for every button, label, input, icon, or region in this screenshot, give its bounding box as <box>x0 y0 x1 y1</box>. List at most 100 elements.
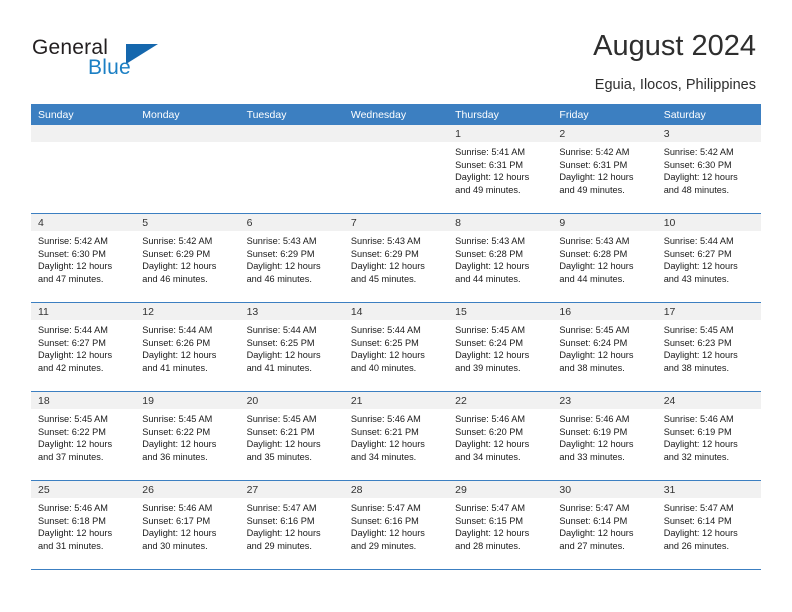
sunset-text: Sunset: 6:16 PM <box>350 515 419 526</box>
general-blue-logo[interactable]: General Blue <box>32 36 192 86</box>
weekday-header-thursday: Thursday <box>455 109 499 121</box>
sunset-text: Sunset: 6:30 PM <box>663 159 732 170</box>
weekday-header-saturday: Saturday <box>663 109 706 121</box>
day-number: 16 <box>552 303 657 320</box>
daylight-text-line2: and 29 minutes. <box>350 540 417 551</box>
sunrise-text: Sunrise: 5:46 AM <box>559 414 630 424</box>
sunset-text: Sunset: 6:28 PM <box>455 248 524 259</box>
day-cell[interactable]: 31 Sunrise: 5:47 AM Sunset: 6:14 PM Dayl… <box>656 481 761 569</box>
day-info: Sunrise: 5:44 AM Sunset: 6:25 PM Dayligh… <box>344 320 448 374</box>
day-cell[interactable]: 15 Sunrise: 5:45 AM Sunset: 6:24 PM Dayl… <box>448 303 553 391</box>
day-number: 9 <box>552 214 657 231</box>
sunrise-text: Sunrise: 5:46 AM <box>663 414 734 424</box>
day-cell[interactable]: 22 Sunrise: 5:46 AM Sunset: 6:20 PM Dayl… <box>448 392 553 480</box>
day-cell[interactable]: 11 Sunrise: 5:44 AM Sunset: 6:27 PM Dayl… <box>31 303 136 391</box>
weekday-header-monday: Monday <box>142 109 180 121</box>
day-info: Sunrise: 5:44 AM Sunset: 6:27 PM Dayligh… <box>31 320 135 374</box>
day-info: Sunrise: 5:44 AM Sunset: 6:25 PM Dayligh… <box>240 320 344 374</box>
daylight-text-line2: and 38 minutes. <box>559 362 625 373</box>
day-number: 25 <box>31 481 136 498</box>
day-cell[interactable]: 13 Sunrise: 5:44 AM Sunset: 6:25 PM Dayl… <box>239 303 344 391</box>
sunrise-text: Sunrise: 5:42 AM <box>142 236 213 246</box>
day-cell[interactable] <box>135 125 240 213</box>
day-cell[interactable]: 29 Sunrise: 5:47 AM Sunset: 6:15 PM Dayl… <box>448 481 553 569</box>
weekday-header-wednesday: Wednesday <box>350 109 407 121</box>
day-info: Sunrise: 5:41 AM Sunset: 6:31 PM Dayligh… <box>448 142 552 196</box>
sunrise-text: Sunrise: 5:46 AM <box>142 503 213 513</box>
day-cell[interactable]: 20 Sunrise: 5:45 AM Sunset: 6:21 PM Dayl… <box>239 392 344 480</box>
sunset-text: Sunset: 6:25 PM <box>246 337 315 348</box>
day-cell[interactable] <box>31 125 136 213</box>
daylight-text-line1: Daylight: 12 hours <box>142 350 217 361</box>
day-number: 18 <box>31 392 136 409</box>
day-cell[interactable]: 7 Sunrise: 5:43 AM Sunset: 6:29 PM Dayli… <box>343 214 449 302</box>
day-cell[interactable]: 26 Sunrise: 5:46 AM Sunset: 6:17 PM Dayl… <box>135 481 240 569</box>
day-info: Sunrise: 5:45 AM Sunset: 6:24 PM Dayligh… <box>552 320 656 374</box>
day-cell[interactable]: 21 Sunrise: 5:46 AM Sunset: 6:21 PM Dayl… <box>343 392 449 480</box>
daylight-text-line2: and 28 minutes. <box>455 540 521 551</box>
day-cell[interactable]: 9 Sunrise: 5:43 AM Sunset: 6:28 PM Dayli… <box>552 214 657 302</box>
day-cell[interactable]: 24 Sunrise: 5:46 AM Sunset: 6:19 PM Dayl… <box>656 392 761 480</box>
day-info: Sunrise: 5:42 AM Sunset: 6:30 PM Dayligh… <box>31 231 135 285</box>
daylight-text-line1: Daylight: 12 hours <box>38 528 113 539</box>
daylight-text-line2: and 47 minutes. <box>38 273 104 284</box>
day-info: Sunrise: 5:44 AM Sunset: 6:26 PM Dayligh… <box>135 320 239 374</box>
sunrise-text: Sunrise: 5:43 AM <box>350 236 421 246</box>
sunset-text: Sunset: 6:29 PM <box>246 248 315 259</box>
daylight-text-line1: Daylight: 12 hours <box>455 350 530 361</box>
weekday-header-tuesday: Tuesday <box>246 109 287 121</box>
sunset-text: Sunset: 6:18 PM <box>38 515 106 526</box>
sunrise-text: Sunrise: 5:45 AM <box>559 325 630 335</box>
sunset-text: Sunset: 6:25 PM <box>350 337 419 348</box>
sunrise-text: Sunrise: 5:42 AM <box>663 147 734 157</box>
logo-text-blue: Blue <box>88 56 131 79</box>
day-info: Sunrise: 5:43 AM Sunset: 6:28 PM Dayligh… <box>552 231 656 285</box>
day-cell[interactable]: 25 Sunrise: 5:46 AM Sunset: 6:18 PM Dayl… <box>31 481 136 569</box>
day-cell[interactable]: 18 Sunrise: 5:45 AM Sunset: 6:22 PM Dayl… <box>31 392 136 480</box>
day-cell[interactable]: 17 Sunrise: 5:45 AM Sunset: 6:23 PM Dayl… <box>656 303 761 391</box>
sunset-text: Sunset: 6:22 PM <box>142 426 211 437</box>
day-cell[interactable]: 10 Sunrise: 5:44 AM Sunset: 6:27 PM Dayl… <box>656 214 761 302</box>
daylight-text-line2: and 40 minutes. <box>350 362 417 373</box>
day-cell[interactable]: 8 Sunrise: 5:43 AM Sunset: 6:28 PM Dayli… <box>448 214 553 302</box>
day-cell[interactable]: 1 Sunrise: 5:41 AM Sunset: 6:31 PM Dayli… <box>448 125 553 213</box>
day-cell[interactable]: 2 Sunrise: 5:42 AM Sunset: 6:31 PM Dayli… <box>552 125 657 213</box>
day-cell[interactable]: 16 Sunrise: 5:45 AM Sunset: 6:24 PM Dayl… <box>552 303 657 391</box>
sunrise-text: Sunrise: 5:46 AM <box>38 503 108 513</box>
sunrise-text: Sunrise: 5:44 AM <box>663 236 734 246</box>
day-cell[interactable]: 23 Sunrise: 5:46 AM Sunset: 6:19 PM Dayl… <box>552 392 657 480</box>
calendar-week-row: 25 Sunrise: 5:46 AM Sunset: 6:18 PM Dayl… <box>31 481 761 570</box>
day-cell[interactable] <box>343 125 449 213</box>
day-cell[interactable]: 14 Sunrise: 5:44 AM Sunset: 6:25 PM Dayl… <box>343 303 449 391</box>
day-number: 1 <box>448 125 553 142</box>
daylight-text-line2: and 45 minutes. <box>350 273 417 284</box>
day-info: Sunrise: 5:43 AM Sunset: 6:28 PM Dayligh… <box>448 231 552 285</box>
day-number: 8 <box>448 214 553 231</box>
day-info: Sunrise: 5:45 AM Sunset: 6:24 PM Dayligh… <box>448 320 552 374</box>
day-info: Sunrise: 5:43 AM Sunset: 6:29 PM Dayligh… <box>344 231 448 285</box>
day-number: 24 <box>656 392 761 409</box>
day-cell[interactable]: 27 Sunrise: 5:47 AM Sunset: 6:16 PM Dayl… <box>239 481 344 569</box>
sunset-text: Sunset: 6:30 PM <box>38 248 106 259</box>
day-number: 22 <box>448 392 553 409</box>
day-number: 19 <box>135 392 240 409</box>
day-info: Sunrise: 5:46 AM Sunset: 6:19 PM Dayligh… <box>552 409 656 463</box>
daylight-text-line2: and 49 minutes. <box>455 184 521 195</box>
day-number: 23 <box>552 392 657 409</box>
day-cell[interactable]: 19 Sunrise: 5:45 AM Sunset: 6:22 PM Dayl… <box>135 392 240 480</box>
day-cell[interactable]: 12 Sunrise: 5:44 AM Sunset: 6:26 PM Dayl… <box>135 303 240 391</box>
day-cell[interactable]: 3 Sunrise: 5:42 AM Sunset: 6:30 PM Dayli… <box>656 125 761 213</box>
daylight-text-line2: and 30 minutes. <box>142 540 208 551</box>
day-info: Sunrise: 5:43 AM Sunset: 6:29 PM Dayligh… <box>240 231 344 285</box>
day-cell[interactable]: 28 Sunrise: 5:47 AM Sunset: 6:16 PM Dayl… <box>343 481 449 569</box>
day-cell[interactable]: 6 Sunrise: 5:43 AM Sunset: 6:29 PM Dayli… <box>239 214 344 302</box>
day-info: Sunrise: 5:45 AM Sunset: 6:22 PM Dayligh… <box>135 409 239 463</box>
daylight-text-line2: and 32 minutes. <box>663 451 730 462</box>
day-cell[interactable] <box>239 125 344 213</box>
day-cell[interactable]: 5 Sunrise: 5:42 AM Sunset: 6:29 PM Dayli… <box>135 214 240 302</box>
daylight-text-line1: Daylight: 12 hours <box>455 172 530 183</box>
day-cell[interactable]: 30 Sunrise: 5:47 AM Sunset: 6:14 PM Dayl… <box>552 481 657 569</box>
daylight-text-line2: and 41 minutes. <box>246 362 312 373</box>
daylight-text-line1: Daylight: 12 hours <box>663 528 738 539</box>
day-cell[interactable]: 4 Sunrise: 5:42 AM Sunset: 6:30 PM Dayli… <box>31 214 136 302</box>
